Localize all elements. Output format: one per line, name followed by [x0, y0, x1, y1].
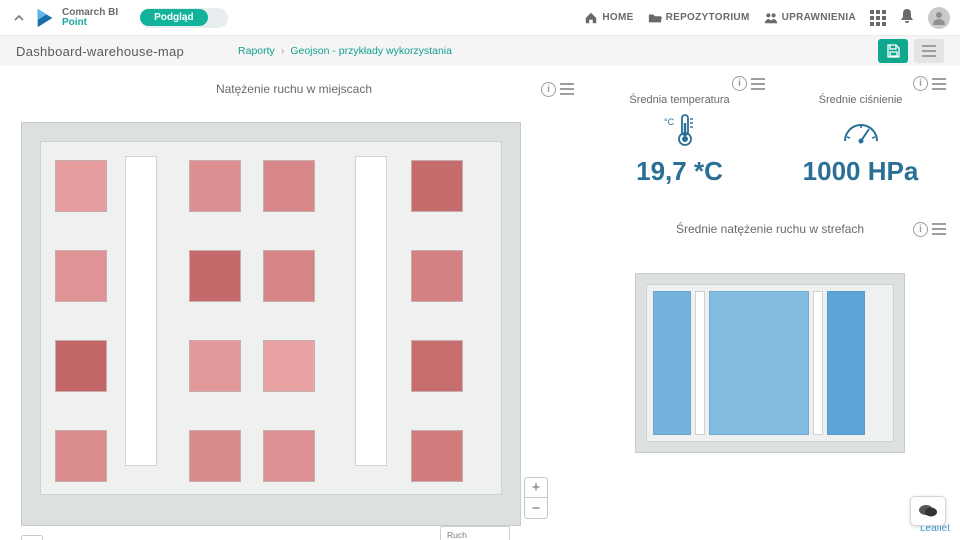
heatmap-cell[interactable]: [411, 430, 463, 482]
panel-menu-icon[interactable]: [932, 78, 946, 90]
nav-repo-label: REPOZYTORIUM: [666, 12, 750, 23]
temp-tools: i: [732, 76, 765, 91]
thermometer-icon: °C: [594, 114, 765, 146]
aisle: [355, 156, 387, 466]
heatmap-cell[interactable]: [189, 430, 241, 482]
topbar: Comarch BI Point Podgląd HOME REPOZYTORI…: [0, 0, 960, 36]
info-icon[interactable]: i: [732, 76, 747, 91]
user-avatar[interactable]: [928, 7, 950, 29]
home-icon: [584, 11, 598, 25]
heatmap-cell[interactable]: [55, 250, 107, 302]
nav-permissions[interactable]: UPRAWNIENIA: [764, 11, 856, 25]
panel-menu-button[interactable]: [914, 39, 944, 63]
nav-home-label: HOME: [602, 12, 633, 23]
heatmap-cell[interactable]: [189, 250, 241, 302]
zone-block[interactable]: [827, 291, 865, 435]
subnav: Dashboard-warehouse-map Raporty › Geojso…: [0, 36, 960, 66]
heatmap-cell[interactable]: [189, 160, 241, 212]
heatmap-cell[interactable]: [411, 160, 463, 212]
save-button[interactable]: [878, 39, 908, 63]
mode-label: Podgląd: [140, 9, 207, 26]
mode-toggle[interactable]: Podgląd: [140, 8, 228, 28]
panel-menu-icon[interactable]: [751, 78, 765, 90]
chat-button[interactable]: [910, 496, 946, 526]
nav-perm-label: UPRAWNIENIA: [782, 12, 856, 23]
zones-tools: i: [913, 222, 946, 237]
panel-menu-icon[interactable]: [560, 83, 574, 95]
brand-mark-icon: [34, 7, 56, 29]
zone-block[interactable]: [709, 291, 809, 435]
subnav-actions: [878, 39, 944, 63]
breadcrumb: Raporty › Geojson - przykłady wykorzysta…: [238, 45, 452, 57]
info-icon[interactable]: i: [913, 222, 928, 237]
legend-label: Ruch: [447, 530, 503, 540]
heatmap-cell[interactable]: [411, 250, 463, 302]
zoom-out-button[interactable]: −: [525, 498, 547, 518]
breadcrumb-root[interactable]: Raporty: [238, 45, 275, 57]
dashboard-title: Dashboard-warehouse-map: [16, 44, 184, 59]
zoom-control: + −: [524, 477, 548, 519]
zone-aisle[interactable]: [695, 291, 705, 435]
gauge-icon: [775, 114, 946, 146]
heatmap-cell[interactable]: [55, 340, 107, 392]
heatmap-cell[interactable]: [55, 430, 107, 482]
heatmap-cell[interactable]: [189, 340, 241, 392]
heatmap-cell[interactable]: [55, 160, 107, 212]
brand-logo[interactable]: Comarch BI Point: [34, 7, 118, 29]
add-layer-button[interactable]: +: [21, 535, 43, 540]
traffic-panel-tools: i: [541, 82, 574, 97]
top-nav: HOME REPOZYTORIUM UPRAWNIENIA: [584, 7, 950, 29]
panel-menu-icon[interactable]: [932, 223, 946, 235]
breadcrumb-sep: ›: [281, 45, 285, 57]
nav-repository[interactable]: REPOZYTORIUM: [648, 11, 750, 25]
avg-pressure-panel: i Średnie ciśnienie 1000 HPa: [775, 76, 946, 187]
bell-icon[interactable]: [900, 8, 914, 27]
avg-pressure-title: Średnie ciśnienie: [775, 94, 946, 106]
heatmap-cell[interactable]: [263, 430, 315, 482]
heatmap-cell[interactable]: [263, 340, 315, 392]
svg-text:°C: °C: [664, 117, 675, 127]
nav-home[interactable]: HOME: [584, 11, 633, 25]
users-icon: [764, 11, 778, 25]
avg-temp-panel: i Średnia temperatura °C 19,7 *C: [594, 76, 765, 187]
folder-open-icon: [648, 11, 662, 25]
warehouse-map[interactable]: + − + Ruch 1.00 100,00: [21, 122, 521, 526]
metrics-row: i Średnia temperatura °C 19,7 *C i Średn…: [594, 76, 946, 187]
aisle: [125, 156, 157, 466]
zones-map[interactable]: [635, 273, 905, 453]
heatmap-cell[interactable]: [263, 160, 315, 212]
apps-grid-icon[interactable]: [870, 10, 886, 26]
avg-temp-title: Średnia temperatura: [594, 94, 765, 106]
press-tools: i: [913, 76, 946, 91]
traffic-places-panel: Natężenie ruchu w miejscach i + − + Ruch…: [14, 76, 574, 540]
brand-text: Comarch BI Point: [62, 8, 118, 28]
heatmap-cell[interactable]: [263, 250, 315, 302]
zone-block[interactable]: [653, 291, 691, 435]
zoom-in-button[interactable]: +: [525, 478, 547, 498]
breadcrumb-current: Geojson - przykłady wykorzystania: [290, 45, 452, 57]
heatmap-legend: Ruch 1.00 100,00: [440, 526, 510, 540]
info-icon[interactable]: i: [541, 82, 556, 97]
avg-temp-value: 19,7 *C: [594, 156, 765, 187]
zones-title: Średnie natężenie ruchu w strefach: [594, 222, 946, 236]
traffic-title: Natężenie ruchu w miejscach: [14, 82, 574, 96]
info-icon[interactable]: i: [913, 76, 928, 91]
collapse-chevron-icon[interactable]: [10, 9, 28, 27]
heatmap-cell[interactable]: [411, 340, 463, 392]
hamburger-icon: [922, 45, 936, 57]
main-area: Natężenie ruchu w miejscach i + − + Ruch…: [0, 66, 960, 540]
save-icon: [886, 44, 900, 58]
avg-pressure-value: 1000 HPa: [775, 156, 946, 187]
chat-icon: [918, 503, 938, 519]
zones-panel: Średnie natężenie ruchu w strefach i: [594, 219, 946, 453]
user-icon: [931, 10, 947, 26]
zone-aisle[interactable]: [813, 291, 823, 435]
